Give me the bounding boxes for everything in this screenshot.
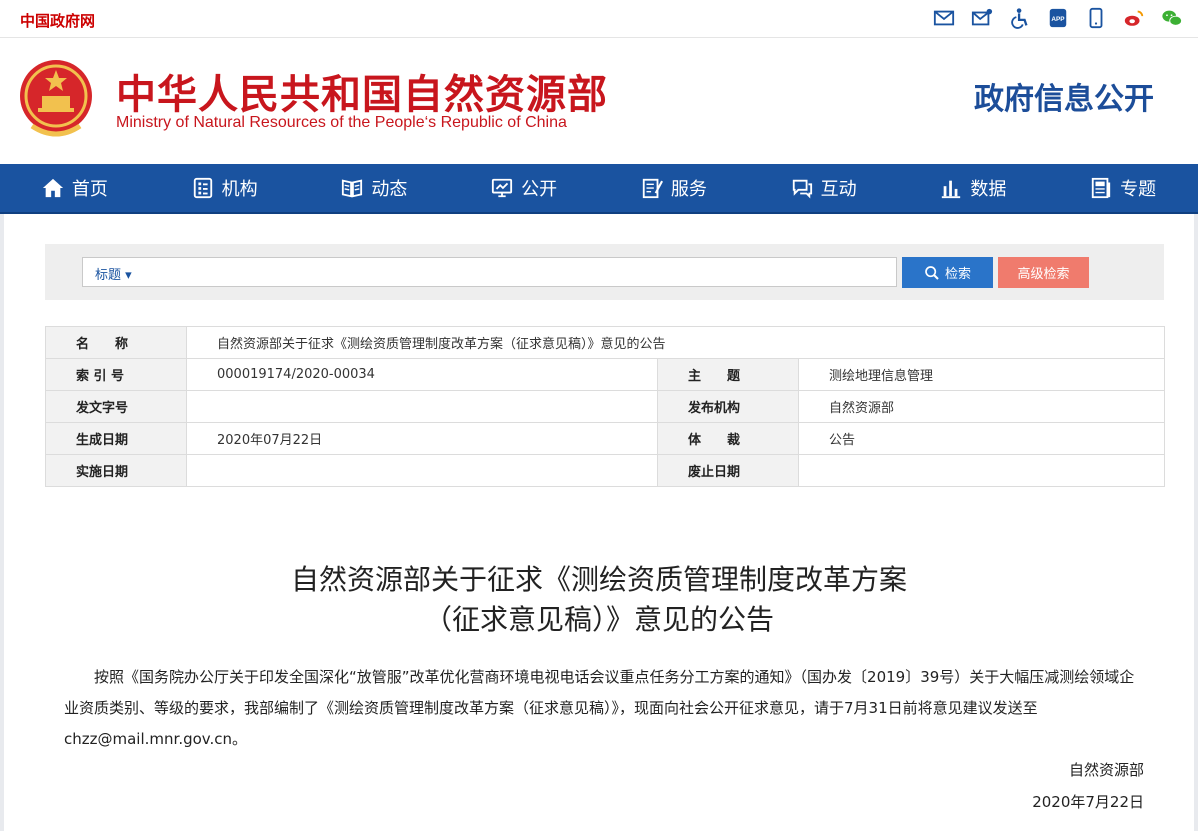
date-label: 生成日期: [45, 422, 187, 455]
app-icon[interactable]: APP: [1046, 6, 1070, 30]
top-icons: APP: [932, 6, 1184, 30]
topic-icon: [1091, 177, 1111, 199]
nav-item-org[interactable]: 机构: [150, 164, 300, 212]
impl-label: 实施日期: [45, 454, 187, 487]
table-row: 索 引 号 000019174/2020-00034 主 题 测绘地理信息管理: [45, 358, 1165, 391]
book-icon: [342, 179, 363, 198]
org-icon: [193, 177, 212, 199]
nav-label: 机构: [221, 179, 258, 200]
bar-chart-icon: [942, 180, 961, 199]
mail-edit-icon[interactable]: [970, 6, 994, 30]
search-icon: [925, 265, 939, 280]
nav-label: 专题: [1120, 179, 1157, 200]
topic-value: 测绘地理信息管理: [798, 358, 1165, 391]
search-input[interactable]: 标题 ▾: [82, 257, 897, 287]
genre-label: 体 裁: [657, 422, 799, 455]
metadata-table: 名 称 自然资源部关于征求《测绘资质管理制度改革方案（征求意见稿）》意见的公告 …: [45, 326, 1165, 487]
table-row: 生成日期 2020年07月22日 体 裁 公告: [45, 422, 1165, 455]
document-title: 自然资源部关于征求《测绘资质管理制度改革方案 （征求意见稿）》意见的公告: [0, 560, 1198, 640]
mail-icon[interactable]: [932, 6, 956, 30]
gov-info-title[interactable]: 政府信息公开: [974, 74, 1154, 118]
genre-value: 公告: [798, 422, 1165, 455]
nav-item-topic[interactable]: 专题: [1048, 164, 1198, 212]
docno-label: 发文字号: [45, 390, 187, 423]
nav-item-news[interactable]: 动态: [300, 164, 450, 212]
chat-icon: [792, 179, 812, 199]
index-label: 索 引 号: [45, 358, 187, 391]
nav-item-interact[interactable]: 互动: [749, 164, 899, 212]
monitor-icon: [492, 178, 513, 198]
national-emblem-icon: [20, 60, 92, 137]
index-value: 000019174/2020-00034: [186, 358, 658, 391]
search-button-label: 检索: [944, 267, 971, 282]
nav-item-data[interactable]: 数据: [899, 164, 1049, 212]
document-signature: 自然资源部: [1068, 761, 1144, 779]
table-row: 名 称 自然资源部关于征求《测绘资质管理制度改革方案（征求意见稿）》意见的公告: [45, 326, 1165, 359]
edit-doc-icon: [642, 178, 663, 199]
topic-label: 主 题: [657, 358, 799, 391]
home-icon: [42, 178, 63, 198]
nav-item-public[interactable]: 公开: [449, 164, 599, 212]
nav-label: 数据: [970, 179, 1007, 200]
document-sign-date: 2020年7月22日: [1032, 793, 1144, 811]
gov-site-link[interactable]: 中国政府网: [20, 10, 95, 31]
accessibility-icon[interactable]: [1008, 6, 1032, 30]
document-title-line2: （征求意见稿）》意见的公告: [423, 603, 774, 636]
date-value: 2020年07月22日: [186, 422, 658, 455]
table-row: 实施日期 废止日期: [45, 454, 1165, 487]
mobile-icon[interactable]: [1084, 6, 1108, 30]
site-header: 中华人民共和国自然资源部 Ministry of Natural Resourc…: [0, 38, 1198, 164]
table-row: 发文字号 发布机构 自然资源部: [45, 390, 1165, 423]
svg-text:APP: APP: [1051, 16, 1065, 23]
name-label: 名 称: [45, 326, 187, 359]
top-bar: 中国政府网 APP: [0, 0, 1198, 38]
nav-label: 互动: [820, 179, 857, 200]
weibo-icon[interactable]: [1122, 6, 1146, 30]
search-button[interactable]: 检索: [902, 257, 993, 288]
advanced-search-button[interactable]: 高级检索: [998, 257, 1089, 288]
document-title-line1: 自然资源部关于征求《测绘资质管理制度改革方案: [290, 563, 907, 596]
docno-value: [186, 390, 658, 423]
abolish-label: 废止日期: [657, 454, 799, 487]
nav-item-service[interactable]: 服务: [599, 164, 749, 212]
main-nav: 首页 机构 动态 公开 服务 互动 数据 专题: [0, 164, 1198, 214]
nav-label: 公开: [521, 179, 558, 200]
issuer-value: 自然资源部: [798, 390, 1165, 423]
ministry-name-cn: 中华人民共和国自然资源部: [116, 72, 608, 118]
nav-item-home[interactable]: 首页: [0, 164, 150, 212]
nav-label: 首页: [71, 179, 108, 200]
impl-value: [186, 454, 658, 487]
ministry-name-en: Ministry of Natural Resources of the Peo…: [116, 114, 567, 131]
issuer-label: 发布机构: [657, 390, 799, 423]
search-field-select[interactable]: 标题 ▾: [95, 264, 132, 283]
document-body: 按照《国务院办公厅关于印发全国深化“放管服”改革优化营商环境电视电话会议重点任务…: [64, 668, 1135, 748]
name-value: 自然资源部关于征求《测绘资质管理制度改革方案（征求意见稿）》意见的公告: [186, 326, 1165, 359]
nav-label: 动态: [371, 179, 408, 200]
abolish-value: [798, 454, 1165, 487]
wechat-icon[interactable]: [1160, 6, 1184, 30]
nav-label: 服务: [670, 179, 707, 200]
